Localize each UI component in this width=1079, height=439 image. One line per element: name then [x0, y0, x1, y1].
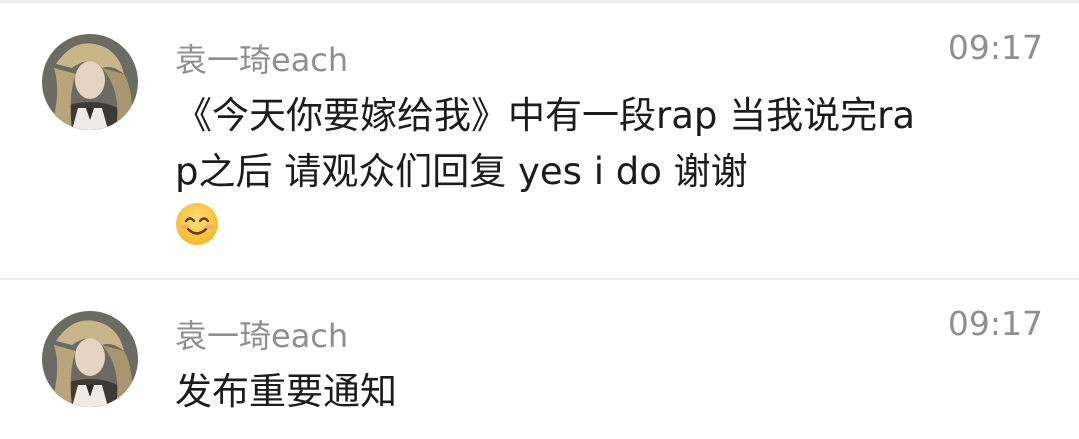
message-item[interactable]: 袁一琦each 09:17 发布重要通知: [0, 280, 1079, 439]
avatar[interactable]: [42, 311, 138, 407]
avatar-photo-icon: [42, 34, 138, 130]
message-text-content: 《今天你要嫁给我》中有一段rap 当我说完rap之后 请观众们回复 yes i …: [175, 94, 916, 193]
sender-name: 袁一琦each: [175, 317, 349, 355]
avatar[interactable]: [42, 34, 138, 130]
message-text: 《今天你要嫁给我》中有一段rap 当我说完rap之后 请观众们回复 yes i …: [175, 88, 935, 256]
smiling-face-emoji-icon: [175, 202, 219, 246]
avatar-photo-icon: [42, 311, 138, 407]
message-text: 发布重要通知: [175, 370, 397, 413]
message-time: 09:17: [947, 28, 1043, 67]
sender-name: 袁一琦each: [175, 41, 349, 79]
message-time: 09:17: [947, 304, 1043, 343]
message-item[interactable]: 袁一琦each 09:17 《今天你要嫁给我》中有一段rap 当我说完rap之后…: [0, 0, 1079, 278]
